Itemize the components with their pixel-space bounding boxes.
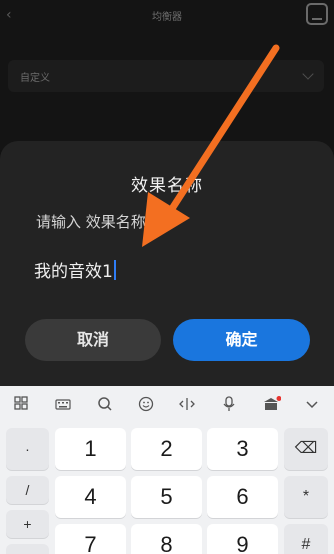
key-9[interactable]: 9 xyxy=(207,524,278,554)
collapse-icon[interactable] xyxy=(302,396,322,416)
plus-key[interactable]: + xyxy=(6,510,49,538)
microphone-icon[interactable] xyxy=(219,396,239,416)
keyboard-toolbar xyxy=(0,386,334,426)
dialog-hint: 请输入 效果名称 xyxy=(36,213,146,231)
chevron-down-icon xyxy=(302,68,314,80)
preset-value: 自定义 xyxy=(20,73,50,84)
preset-select[interactable]: 自定义 xyxy=(8,60,324,92)
save-preset-icon[interactable] xyxy=(306,3,328,25)
effect-name-value: 我的音效1 xyxy=(34,262,113,282)
keyboard-icon[interactable] xyxy=(53,396,73,416)
confirm-button[interactable]: 确定 xyxy=(173,319,310,361)
equalizer-screen: ‹ 均衡器 自定义 xyxy=(0,0,334,150)
slash-key[interactable]: / xyxy=(6,476,49,504)
key-3[interactable]: 3 xyxy=(207,428,278,470)
search-icon[interactable] xyxy=(95,396,115,416)
numeric-keyboard: · / + − 1 2 3 4 5 6 7 8 9 ⌫ * # xyxy=(0,386,334,554)
shop-icon[interactable] xyxy=(261,396,282,416)
cancel-button[interactable]: 取消 xyxy=(25,319,161,361)
key-6[interactable]: 6 xyxy=(207,476,278,518)
hash-key[interactable]: # xyxy=(284,524,328,554)
key-8[interactable]: 8 xyxy=(131,524,202,554)
text-caret xyxy=(113,260,116,280)
backspace-key[interactable]: ⌫ xyxy=(284,428,328,470)
key-4[interactable]: 4 xyxy=(55,476,126,518)
key-7[interactable]: 7 xyxy=(55,524,126,554)
key-1[interactable]: 1 xyxy=(55,428,126,470)
grid-icon[interactable] xyxy=(11,396,31,416)
rename-dialog: 效果名称 请输入 效果名称 我的音效1 取消 确定 xyxy=(0,141,334,386)
emoji-icon[interactable] xyxy=(136,396,156,416)
page-title: 均衡器 xyxy=(152,12,182,23)
key-2[interactable]: 2 xyxy=(131,428,202,470)
top-bar: ‹ 均衡器 xyxy=(0,0,334,34)
minus-key[interactable]: − xyxy=(6,544,49,554)
key-5[interactable]: 5 xyxy=(131,476,202,518)
dot-key[interactable]: · xyxy=(6,428,49,470)
asterisk-key[interactable]: * xyxy=(284,476,328,518)
effect-name-input[interactable]: 我的音效1 xyxy=(34,257,304,287)
dialog-title: 效果名称 xyxy=(131,176,203,196)
cursor-move-icon[interactable] xyxy=(177,396,197,416)
